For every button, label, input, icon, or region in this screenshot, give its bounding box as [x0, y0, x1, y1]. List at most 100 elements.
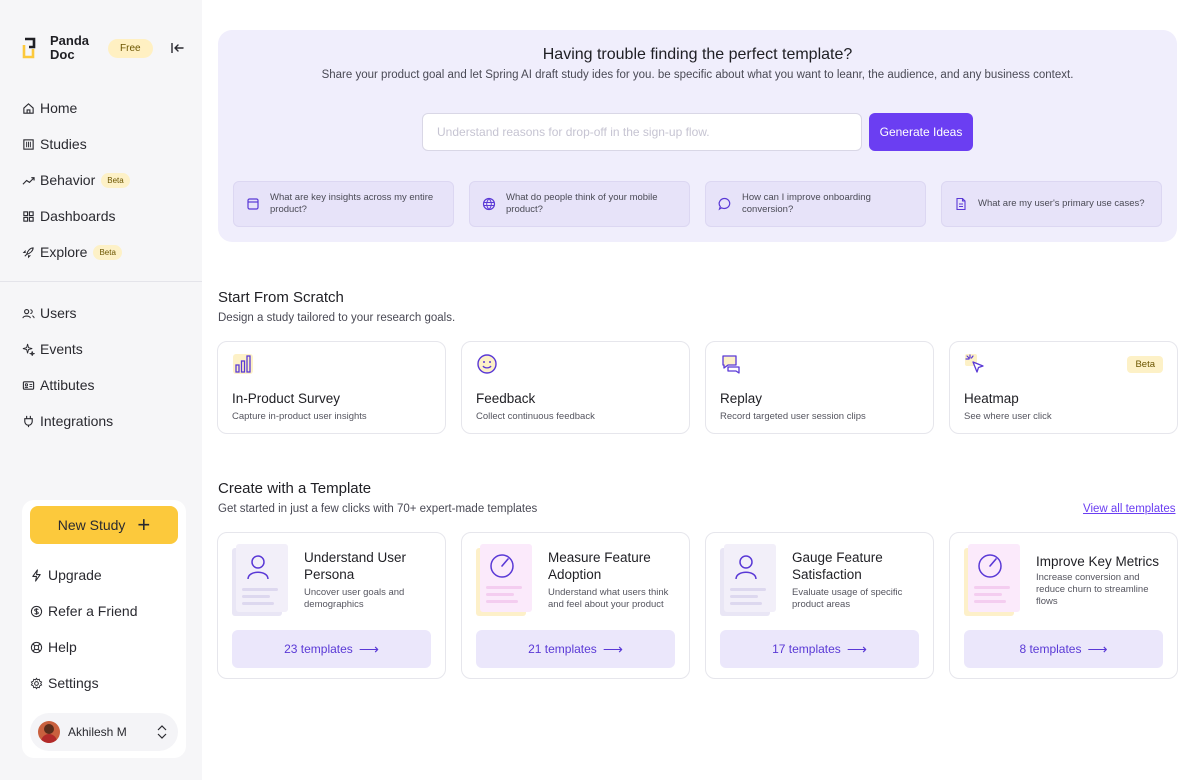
arrow-right-icon: ⟶	[602, 640, 623, 657]
brand[interactable]: Panda Doc	[22, 34, 89, 62]
template-count-button[interactable]: 23 templates ⟶	[232, 630, 431, 668]
nav-item-refer[interactable]: Refer a Friend	[30, 593, 137, 629]
trend-icon	[22, 176, 35, 185]
template-count-button[interactable]: 8 templates ⟶	[964, 630, 1163, 668]
brand-name-line1: Panda	[50, 33, 90, 48]
new-study-button[interactable]: New Study +	[30, 506, 178, 544]
scratch-card-title: Feedback	[476, 391, 536, 406]
nav-label: Refer a Friend	[48, 603, 138, 619]
beta-badge: Beta	[101, 172, 130, 188]
plan-badge: Free	[108, 39, 153, 58]
template-count: 21 templates	[528, 642, 597, 656]
sidebar-bottom-card: New Study + Upgrade Refer a Friend Help …	[22, 500, 186, 758]
scratch-card-feedback[interactable]: Feedback Collect continuous feedback	[461, 341, 690, 434]
template-count-button[interactable]: 17 templates ⟶	[720, 630, 919, 668]
scratch-card-title: Heatmap	[964, 391, 1019, 406]
suggestion-chip[interactable]: What are key insights across my entire p…	[233, 181, 454, 227]
suggestion-chip[interactable]: What are my user's primary use cases?	[941, 181, 1162, 227]
nav-item-settings[interactable]: Settings	[30, 665, 137, 701]
nav-item-help[interactable]: Help	[30, 629, 137, 665]
template-desc: Understand what users think and feel abo…	[548, 587, 669, 610]
template-title: Improve Key Metrics	[1036, 554, 1160, 569]
nav-item-upgrade[interactable]: Upgrade	[30, 557, 137, 593]
template-desc: Evaluate usage of specific product areas	[792, 587, 903, 610]
gear-icon	[30, 677, 43, 689]
suggestion-chip[interactable]: How can I improve onboarding conversion?	[705, 181, 926, 227]
nav-label: Settings	[48, 675, 99, 691]
nav-label: Upgrade	[48, 567, 102, 583]
avatar	[38, 721, 60, 743]
gauge-icon	[964, 544, 1020, 616]
nav-label: Integrations	[40, 413, 114, 429]
suggestion-text: What do people think of your mobile prod…	[506, 192, 658, 215]
view-all-templates-link[interactable]: View all templates	[1083, 503, 1175, 515]
goal-input[interactable]	[422, 113, 862, 151]
template-title: Gauge Feature Satisfaction	[792, 550, 883, 582]
home-icon	[23, 102, 34, 114]
scratch-section-title: Start From Scratch	[218, 289, 344, 306]
generate-ideas-button[interactable]: Generate Ideas	[869, 113, 973, 151]
scratch-card-desc: See where user click	[964, 411, 1052, 422]
template-count: 8 templates	[1019, 642, 1082, 656]
cursor-click-icon	[965, 354, 984, 373]
nav-label: Dashboards	[40, 208, 116, 224]
template-card-metrics[interactable]: Improve Key Metrics Increase conversion …	[949, 532, 1178, 679]
nav-item-behavior[interactable]: Behavior Beta	[22, 162, 130, 198]
beta-badge: Beta	[1127, 356, 1163, 373]
template-count-button[interactable]: 21 templates ⟶	[476, 630, 675, 668]
suggestion-text: What are key insights across my entire p…	[270, 192, 434, 215]
replay-chat-icon	[722, 355, 740, 374]
sidebar: Panda Doc Free Home Studies Behavior Bet…	[0, 0, 202, 780]
hero-subtitle: Share your product goal and let Spring A…	[321, 69, 1074, 81]
nav-divider	[0, 281, 202, 282]
collapse-sidebar-icon[interactable]	[169, 40, 185, 56]
new-study-label: New Study	[57, 517, 126, 533]
template-section-subtitle: Get started in just a few clicks with 70…	[218, 503, 538, 515]
nav-label: Explore	[40, 244, 88, 260]
scratch-card-desc: Record targeted user session clips	[720, 411, 866, 422]
nav-item-home[interactable]: Home	[22, 90, 130, 126]
nav-item-integrations[interactable]: Integrations	[22, 403, 113, 439]
nav-item-dashboards[interactable]: Dashboards	[22, 198, 130, 234]
nav-label: Behavior	[40, 172, 96, 188]
globe-icon	[482, 197, 496, 211]
arrow-right-icon: ⟶	[1087, 640, 1108, 657]
nav-label: Help	[48, 639, 77, 655]
template-card-satisfaction[interactable]: Gauge Feature Satisfaction Evaluate usag…	[705, 532, 934, 679]
dollar-icon	[30, 605, 43, 617]
suggestion-chip[interactable]: What do people think of your mobile prod…	[469, 181, 690, 227]
scratch-card-heatmap[interactable]: Beta Heatmap See where user click	[949, 341, 1178, 434]
template-card-adoption[interactable]: Measure Feature Adoption Understand what…	[461, 532, 690, 679]
bottom-nav: Upgrade Refer a Friend Help Settings	[30, 557, 137, 701]
ai-ideas-panel: Having trouble finding the perfect templ…	[218, 30, 1177, 242]
nav-item-explore[interactable]: Explore Beta	[22, 234, 130, 270]
rocket-icon	[22, 246, 34, 258]
suggestion-text: How can I improve onboarding conversion?	[742, 192, 871, 215]
person-icon	[720, 544, 776, 616]
nav-label: Events	[40, 341, 83, 357]
arrow-right-icon: ⟶	[358, 640, 379, 657]
hero-title: Having trouble finding the perfect templ…	[542, 46, 853, 63]
template-title: Understand User Persona	[304, 550, 407, 582]
scratch-card-survey[interactable]: In-Product Survey Capture in-product use…	[217, 341, 446, 434]
nav-label: Home	[40, 100, 78, 116]
nav-item-users[interactable]: Users	[22, 295, 113, 331]
brand-name: Panda Doc	[50, 34, 89, 62]
bar-chart-icon	[233, 354, 253, 374]
nav-item-attributes[interactable]: Attibutes	[22, 367, 113, 403]
sparkle-icon	[22, 343, 35, 356]
chevron-updown-icon	[157, 725, 167, 739]
nav-label: Studies	[40, 136, 87, 152]
template-card-persona[interactable]: Understand User Persona Uncover user goa…	[217, 532, 446, 679]
template-count: 17 templates	[772, 642, 841, 656]
beta-badge: Beta	[93, 244, 122, 260]
scratch-card-desc: Collect continuous feedback	[476, 411, 595, 422]
nav-item-events[interactable]: Events	[22, 331, 113, 367]
id-card-icon	[22, 380, 35, 390]
scratch-card-desc: Capture in-product user insights	[232, 411, 367, 422]
nav-item-studies[interactable]: Studies	[22, 126, 130, 162]
scratch-card-replay[interactable]: Replay Record targeted user session clip…	[705, 341, 934, 434]
user-menu[interactable]: Akhilesh M	[30, 713, 178, 751]
bolt-icon	[32, 568, 41, 582]
users-icon	[22, 308, 35, 318]
